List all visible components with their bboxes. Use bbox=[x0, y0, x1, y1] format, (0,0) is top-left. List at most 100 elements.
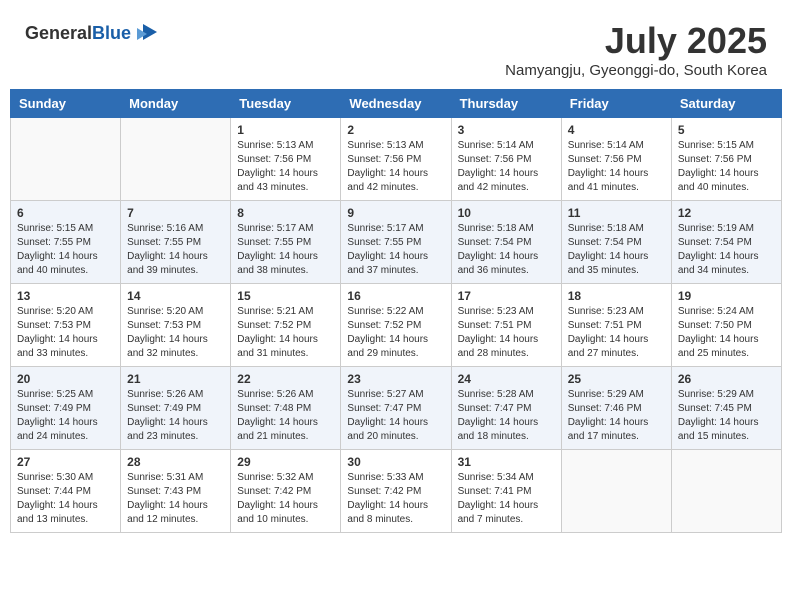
day-number: 25 bbox=[568, 372, 665, 386]
calendar-day-cell: 12Sunrise: 5:19 AMSunset: 7:54 PMDayligh… bbox=[671, 201, 781, 284]
day-info: Sunrise: 5:17 AMSunset: 7:55 PMDaylight:… bbox=[347, 222, 444, 278]
calendar-day-cell: 21Sunrise: 5:26 AMSunset: 7:49 PMDayligh… bbox=[121, 367, 231, 450]
calendar-week-row: 20 Sunrise: 5:25 AMSunset: 7:49 PMDayligh… bbox=[11, 367, 782, 450]
weekday-header-tuesday: Tuesday bbox=[231, 90, 341, 118]
weekday-header-row: SundayMondayTuesdayWednesdayThursdayFrid… bbox=[11, 90, 782, 118]
day-number: 15 bbox=[237, 289, 334, 303]
day-number: 28 bbox=[127, 455, 224, 469]
logo-icon bbox=[133, 20, 161, 48]
calendar-day-cell: 30 Sunrise: 5:33 AMSunset: 7:42 PMDayligh… bbox=[341, 450, 451, 533]
calendar-day-cell: 24Sunrise: 5:28 AMSunset: 7:47 PMDayligh… bbox=[451, 367, 561, 450]
weekday-header-wednesday: Wednesday bbox=[341, 90, 451, 118]
weekday-header-sunday: Sunday bbox=[11, 90, 121, 118]
calendar-day-cell: 9 Sunrise: 5:17 AMSunset: 7:55 PMDaylight… bbox=[341, 201, 451, 284]
day-number: 23 bbox=[347, 372, 444, 386]
day-number: 6 bbox=[17, 206, 114, 220]
day-number: 10 bbox=[458, 206, 555, 220]
location-subtitle: Namyangju, Gyeonggi-do, South Korea bbox=[505, 62, 767, 79]
calendar-day-cell bbox=[671, 450, 781, 533]
day-info: Sunrise: 5:15 AMSunset: 7:55 PMDaylight:… bbox=[17, 222, 114, 278]
calendar-day-cell: 17Sunrise: 5:23 AMSunset: 7:51 PMDayligh… bbox=[451, 284, 561, 367]
calendar-day-cell bbox=[11, 118, 121, 201]
day-info: Sunrise: 5:20 AMSunset: 7:53 PMDaylight:… bbox=[17, 305, 114, 361]
day-info: Sunrise: 5:26 AMSunset: 7:48 PMDaylight:… bbox=[237, 388, 334, 444]
day-info: Sunrise: 5:18 AMSunset: 7:54 PMDaylight:… bbox=[568, 222, 665, 278]
weekday-header-monday: Monday bbox=[121, 90, 231, 118]
calendar-day-cell: 23 Sunrise: 5:27 AMSunset: 7:47 PMDayligh… bbox=[341, 367, 451, 450]
calendar-day-cell: 10Sunrise: 5:18 AMSunset: 7:54 PMDayligh… bbox=[451, 201, 561, 284]
month-year-title: July 2025 bbox=[505, 20, 767, 62]
day-number: 14 bbox=[127, 289, 224, 303]
day-number: 3 bbox=[458, 123, 555, 137]
logo: GeneralBlue bbox=[25, 20, 161, 48]
page-header: GeneralBlue July 2025 Namyangju, Gyeongg… bbox=[10, 10, 782, 84]
day-number: 19 bbox=[678, 289, 775, 303]
calendar-day-cell: 6 Sunrise: 5:15 AMSunset: 7:55 PMDaylight… bbox=[11, 201, 121, 284]
day-info: Sunrise: 5:27 AMSunset: 7:47 PMDaylight:… bbox=[347, 388, 444, 444]
calendar-table: SundayMondayTuesdayWednesdayThursdayFrid… bbox=[10, 89, 782, 533]
day-info: Sunrise: 5:14 AMSunset: 7:56 PMDaylight:… bbox=[568, 139, 665, 195]
calendar-day-cell: 27Sunrise: 5:30 AMSunset: 7:44 PMDayligh… bbox=[11, 450, 121, 533]
day-number: 20 bbox=[17, 372, 114, 386]
calendar-day-cell: 16 Sunrise: 5:22 AMSunset: 7:52 PMDayligh… bbox=[341, 284, 451, 367]
day-number: 18 bbox=[568, 289, 665, 303]
day-number: 8 bbox=[237, 206, 334, 220]
day-info: Sunrise: 5:31 AMSunset: 7:43 PMDaylight:… bbox=[127, 471, 224, 527]
day-number: 24 bbox=[458, 372, 555, 386]
calendar-day-cell: 14 Sunrise: 5:20 AMSunset: 7:53 PMDayligh… bbox=[121, 284, 231, 367]
day-info: Sunrise: 5:21 AMSunset: 7:52 PMDaylight:… bbox=[237, 305, 334, 361]
calendar-day-cell: 25 Sunrise: 5:29 AMSunset: 7:46 PMDayligh… bbox=[561, 367, 671, 450]
day-info: Sunrise: 5:24 AMSunset: 7:50 PMDaylight:… bbox=[678, 305, 775, 361]
day-number: 12 bbox=[678, 206, 775, 220]
day-number: 17 bbox=[458, 289, 555, 303]
day-info: Sunrise: 5:33 AMSunset: 7:42 PMDaylight:… bbox=[347, 471, 444, 527]
day-info: Sunrise: 5:17 AMSunset: 7:55 PMDaylight:… bbox=[237, 222, 334, 278]
calendar-day-cell: 1Sunrise: 5:13 AMSunset: 7:56 PMDaylight… bbox=[231, 118, 341, 201]
day-info: Sunrise: 5:20 AMSunset: 7:53 PMDaylight:… bbox=[127, 305, 224, 361]
day-info: Sunrise: 5:16 AMSunset: 7:55 PMDaylight:… bbox=[127, 222, 224, 278]
day-info: Sunrise: 5:30 AMSunset: 7:44 PMDaylight:… bbox=[17, 471, 114, 527]
calendar-day-cell: 3Sunrise: 5:14 AMSunset: 7:56 PMDaylight… bbox=[451, 118, 561, 201]
logo-blue-text: Blue bbox=[92, 23, 131, 43]
calendar-day-cell: 20 Sunrise: 5:25 AMSunset: 7:49 PMDayligh… bbox=[11, 367, 121, 450]
calendar-day-cell bbox=[121, 118, 231, 201]
calendar-day-cell: 15 Sunrise: 5:21 AMSunset: 7:52 PMDayligh… bbox=[231, 284, 341, 367]
calendar-week-row: 13Sunrise: 5:20 AMSunset: 7:53 PMDayligh… bbox=[11, 284, 782, 367]
day-number: 5 bbox=[678, 123, 775, 137]
day-number: 2 bbox=[347, 123, 444, 137]
calendar-day-cell: 31 Sunrise: 5:34 AMSunset: 7:41 PMDayligh… bbox=[451, 450, 561, 533]
calendar-week-row: 27Sunrise: 5:30 AMSunset: 7:44 PMDayligh… bbox=[11, 450, 782, 533]
day-number: 22 bbox=[237, 372, 334, 386]
day-info: Sunrise: 5:34 AMSunset: 7:41 PMDaylight:… bbox=[458, 471, 555, 527]
day-number: 9 bbox=[347, 206, 444, 220]
calendar-day-cell: 18 Sunrise: 5:23 AMSunset: 7:51 PMDayligh… bbox=[561, 284, 671, 367]
calendar-week-row: 1Sunrise: 5:13 AMSunset: 7:56 PMDaylight… bbox=[11, 118, 782, 201]
title-block: July 2025 Namyangju, Gyeonggi-do, South … bbox=[505, 20, 767, 79]
calendar-day-cell: 13Sunrise: 5:20 AMSunset: 7:53 PMDayligh… bbox=[11, 284, 121, 367]
day-number: 16 bbox=[347, 289, 444, 303]
day-number: 7 bbox=[127, 206, 224, 220]
calendar-day-cell: 4 Sunrise: 5:14 AMSunset: 7:56 PMDaylight… bbox=[561, 118, 671, 201]
day-info: Sunrise: 5:13 AMSunset: 7:56 PMDaylight:… bbox=[237, 139, 334, 195]
day-number: 29 bbox=[237, 455, 334, 469]
calendar-day-cell: 7 Sunrise: 5:16 AMSunset: 7:55 PMDaylight… bbox=[121, 201, 231, 284]
day-info: Sunrise: 5:32 AMSunset: 7:42 PMDaylight:… bbox=[237, 471, 334, 527]
calendar-day-cell: 11 Sunrise: 5:18 AMSunset: 7:54 PMDayligh… bbox=[561, 201, 671, 284]
calendar-day-cell: 2Sunrise: 5:13 AMSunset: 7:56 PMDaylight… bbox=[341, 118, 451, 201]
calendar-day-cell: 28 Sunrise: 5:31 AMSunset: 7:43 PMDayligh… bbox=[121, 450, 231, 533]
day-number: 4 bbox=[568, 123, 665, 137]
day-info: Sunrise: 5:15 AMSunset: 7:56 PMDaylight:… bbox=[678, 139, 775, 195]
day-number: 31 bbox=[458, 455, 555, 469]
calendar-day-cell: 8 Sunrise: 5:17 AMSunset: 7:55 PMDaylight… bbox=[231, 201, 341, 284]
weekday-header-friday: Friday bbox=[561, 90, 671, 118]
day-number: 30 bbox=[347, 455, 444, 469]
day-info: Sunrise: 5:25 AMSunset: 7:49 PMDaylight:… bbox=[17, 388, 114, 444]
day-info: Sunrise: 5:29 AMSunset: 7:46 PMDaylight:… bbox=[568, 388, 665, 444]
calendar-day-cell: 26Sunrise: 5:29 AMSunset: 7:45 PMDayligh… bbox=[671, 367, 781, 450]
calendar-day-cell bbox=[561, 450, 671, 533]
day-info: Sunrise: 5:23 AMSunset: 7:51 PMDaylight:… bbox=[568, 305, 665, 361]
calendar-day-cell: 22 Sunrise: 5:26 AMSunset: 7:48 PMDayligh… bbox=[231, 367, 341, 450]
day-info: Sunrise: 5:22 AMSunset: 7:52 PMDaylight:… bbox=[347, 305, 444, 361]
day-number: 11 bbox=[568, 206, 665, 220]
calendar-day-cell: 19 Sunrise: 5:24 AMSunset: 7:50 PMDayligh… bbox=[671, 284, 781, 367]
